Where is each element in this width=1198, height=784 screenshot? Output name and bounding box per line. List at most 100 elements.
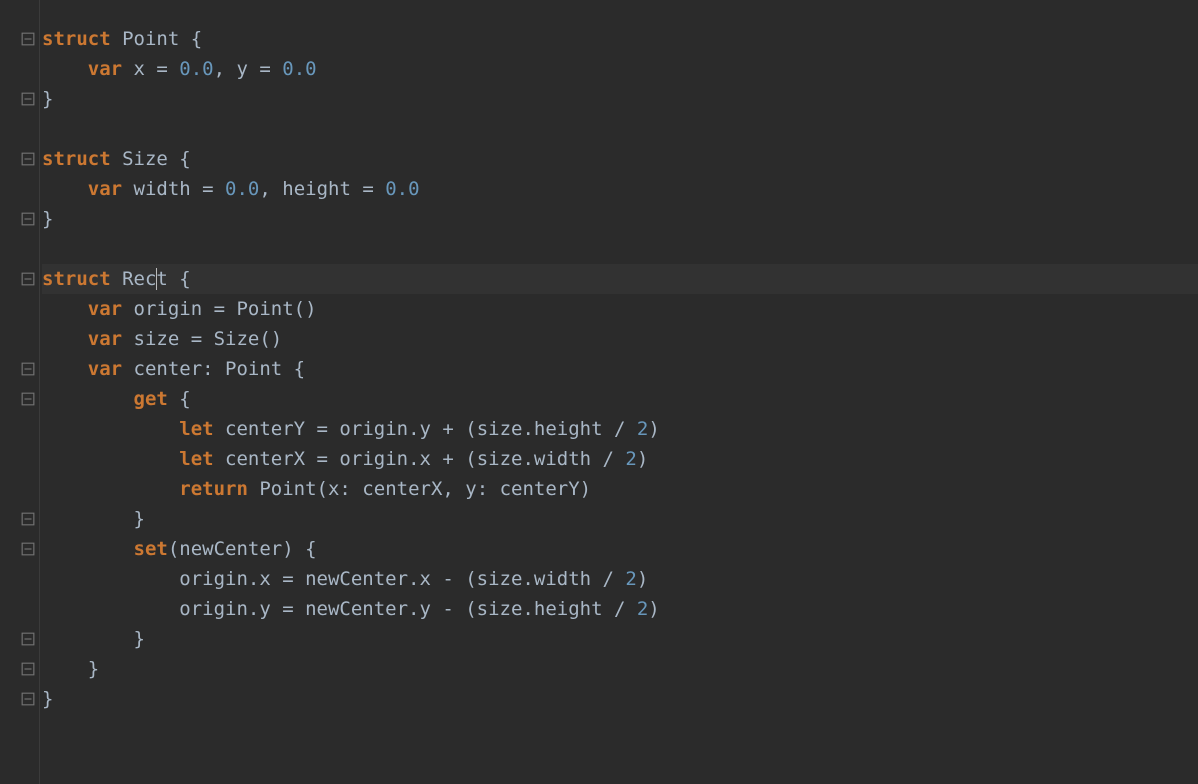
- fold-close-icon[interactable]: [20, 511, 36, 527]
- code-token: ,: [259, 178, 282, 200]
- code-token: let: [179, 448, 225, 470]
- text-caret: [156, 268, 157, 290]
- code-line[interactable]: var width = 0.0, height = 0.0: [42, 174, 1198, 204]
- code-token: [42, 358, 88, 380]
- code-line[interactable]: let centerY = origin.y + (size.height / …: [42, 414, 1198, 444]
- code-token: struct: [42, 268, 122, 290]
- code-token: var: [88, 178, 134, 200]
- code-token: 0.0: [282, 58, 316, 80]
- fold-close-icon[interactable]: [20, 631, 36, 647]
- code-line[interactable]: struct Rect {: [42, 264, 1198, 294]
- code-token: 2: [637, 418, 648, 440]
- code-token: }: [42, 688, 53, 710]
- code-token: return: [179, 478, 259, 500]
- code-line[interactable]: var x = 0.0, y = 0.0: [42, 54, 1198, 84]
- code-line[interactable]: }: [42, 504, 1198, 534]
- code-token: [42, 328, 88, 350]
- code-token: {: [179, 388, 190, 410]
- code-token: {: [191, 28, 202, 50]
- fold-open-icon[interactable]: [20, 541, 36, 557]
- code-token: get: [134, 388, 180, 410]
- code-line[interactable]: return Point(x: centerX, y: centerY): [42, 474, 1198, 504]
- code-token: centerY = origin.y + (size.height /: [225, 418, 637, 440]
- code-token: size = Size(): [134, 328, 283, 350]
- code-token: center: Point {: [134, 358, 306, 380]
- code-line[interactable]: }: [42, 204, 1198, 234]
- code-token: [42, 388, 134, 410]
- code-line[interactable]: var center: Point {: [42, 354, 1198, 384]
- fold-open-icon[interactable]: [20, 391, 36, 407]
- code-line[interactable]: struct Size {: [42, 144, 1198, 174]
- code-token: struct: [42, 28, 122, 50]
- code-token: }: [42, 208, 53, 230]
- code-token: [42, 58, 88, 80]
- code-token: origin.x = newCenter.x - (size.width /: [42, 568, 625, 590]
- code-token: Rect: [122, 268, 179, 290]
- fold-open-icon[interactable]: [20, 361, 36, 377]
- code-token: ): [637, 568, 648, 590]
- code-token: width =: [134, 178, 226, 200]
- code-token: }: [42, 88, 53, 110]
- code-token: Point: [122, 28, 191, 50]
- code-line[interactable]: var size = Size(): [42, 324, 1198, 354]
- code-token: set: [134, 538, 168, 560]
- code-line[interactable]: struct Point {: [42, 24, 1198, 54]
- code-line[interactable]: get {: [42, 384, 1198, 414]
- code-token: [42, 448, 179, 470]
- code-line[interactable]: [42, 234, 1198, 264]
- fold-close-icon[interactable]: [20, 91, 36, 107]
- code-line[interactable]: set(newCenter) {: [42, 534, 1198, 564]
- code-token: }: [42, 508, 145, 530]
- code-token: var: [88, 58, 134, 80]
- code-token: Size: [122, 148, 179, 170]
- fold-close-icon[interactable]: [20, 211, 36, 227]
- code-token: origin = Point(): [134, 298, 317, 320]
- code-token: Point(x: centerX, y: centerY): [259, 478, 591, 500]
- code-token: var: [88, 328, 134, 350]
- code-line[interactable]: let centerX = origin.x + (size.width / 2…: [42, 444, 1198, 474]
- code-token: {: [179, 148, 190, 170]
- code-token: ): [648, 418, 659, 440]
- code-token: 2: [625, 568, 636, 590]
- code-token: }: [42, 658, 99, 680]
- code-token: 0.0: [179, 58, 213, 80]
- code-token: struct: [42, 148, 122, 170]
- fold-open-icon[interactable]: [20, 31, 36, 47]
- code-line[interactable]: var origin = Point(): [42, 294, 1198, 324]
- code-token: ): [637, 448, 648, 470]
- code-token: height =: [282, 178, 385, 200]
- code-token: [42, 538, 134, 560]
- code-line[interactable]: origin.y = newCenter.y - (size.height / …: [42, 594, 1198, 624]
- code-editor[interactable]: struct Point { var x = 0.0, y = 0.0} stru…: [0, 0, 1198, 784]
- code-token: [42, 418, 179, 440]
- code-token: ,: [214, 58, 237, 80]
- code-line[interactable]: origin.x = newCenter.x - (size.width / 2…: [42, 564, 1198, 594]
- code-token: [42, 298, 88, 320]
- code-token: 2: [637, 598, 648, 620]
- fold-close-icon[interactable]: [20, 691, 36, 707]
- fold-open-icon[interactable]: [20, 151, 36, 167]
- code-line[interactable]: }: [42, 84, 1198, 114]
- code-token: centerX = origin.x + (size.width /: [225, 448, 625, 470]
- code-token: y =: [237, 58, 283, 80]
- code-token: [42, 178, 88, 200]
- code-area[interactable]: struct Point { var x = 0.0, y = 0.0} stru…: [40, 0, 1198, 784]
- code-line[interactable]: }: [42, 684, 1198, 714]
- fold-close-icon[interactable]: [20, 661, 36, 677]
- code-token: (newCenter) {: [168, 538, 317, 560]
- code-token: {: [179, 268, 190, 290]
- code-token: var: [88, 298, 134, 320]
- code-line[interactable]: [42, 114, 1198, 144]
- code-token: x =: [134, 58, 180, 80]
- code-token: 0.0: [225, 178, 259, 200]
- code-token: origin.y = newCenter.y - (size.height /: [42, 598, 637, 620]
- code-token: }: [42, 628, 145, 650]
- editor-gutter: [0, 0, 40, 784]
- code-token: 0.0: [385, 178, 419, 200]
- code-line[interactable]: }: [42, 654, 1198, 684]
- code-token: ): [648, 598, 659, 620]
- fold-open-icon[interactable]: [20, 271, 36, 287]
- code-line[interactable]: }: [42, 624, 1198, 654]
- code-token: var: [88, 358, 134, 380]
- code-token: [42, 478, 179, 500]
